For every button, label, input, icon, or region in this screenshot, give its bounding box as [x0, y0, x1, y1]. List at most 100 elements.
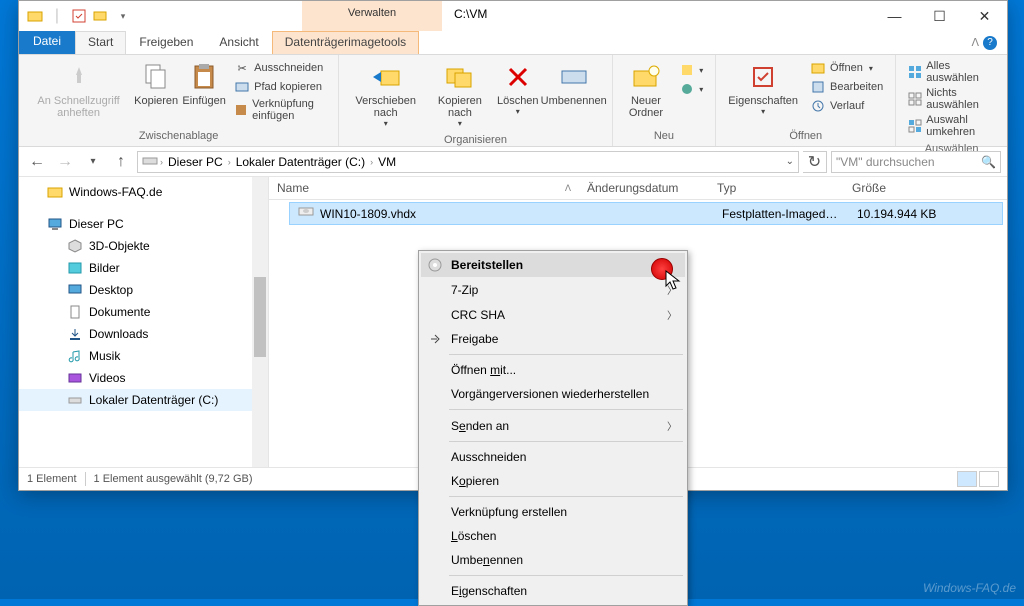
view-details-button[interactable] [957, 471, 977, 487]
crumb-pc[interactable]: Dieser PC [165, 155, 226, 169]
tree-item-drive[interactable]: Lokaler Datenträger (C:) [19, 389, 268, 411]
contextual-tab-label: Verwalten [302, 1, 442, 31]
cm-mount[interactable]: Bereitstellen [421, 253, 685, 277]
tab-start[interactable]: Start [75, 31, 126, 54]
group-label-organize: Organisieren [345, 132, 605, 148]
copy-to-button[interactable]: Kopieren nach▾ [426, 57, 494, 132]
cm-open-with[interactable]: Öffnen mit... [421, 358, 685, 382]
new-folder-icon [630, 61, 662, 93]
tree-item-documents[interactable]: Dokumente [19, 301, 268, 323]
ribbon-group-select: Alles auswählen Nichts auswählen Auswahl… [896, 55, 1007, 146]
breadcrumb-dropdown-icon[interactable]: ⌄ [786, 156, 794, 167]
tree-scrollbar[interactable] [252, 177, 268, 467]
edit-button[interactable]: Bearbeiten [806, 78, 887, 96]
properties-icon[interactable] [71, 8, 87, 24]
window-title: C:\VM [442, 1, 872, 31]
tree-item-pc[interactable]: Dieser PC [19, 213, 268, 235]
tab-disk-tools[interactable]: Datenträgerimagetools [272, 31, 419, 54]
folder-icon [27, 8, 43, 24]
edit-icon [810, 79, 826, 95]
new-folder-button[interactable]: Neuer Ordner [619, 57, 674, 123]
close-button[interactable]: ✕ [962, 1, 1007, 31]
nav-recent-button[interactable]: ▾ [81, 150, 105, 174]
crumb-drive[interactable]: Lokaler Datenträger (C:) [233, 155, 368, 169]
move-icon [370, 61, 402, 93]
nav-forward-button[interactable]: → [53, 150, 77, 174]
pc-icon [47, 216, 63, 232]
cm-properties[interactable]: Eigenschaften [421, 579, 685, 603]
file-name: WIN10-1809.vhdx [320, 207, 416, 221]
nav-back-button[interactable]: ← [25, 150, 49, 174]
open-button[interactable]: Öffnen▾ [806, 59, 887, 77]
invert-selection-button[interactable]: Auswahl umkehren [904, 113, 999, 139]
select-all-button[interactable]: Alles auswählen [904, 59, 999, 85]
tree-item-faq[interactable]: Windows-FAQ.de [19, 181, 268, 203]
tree-item-music[interactable]: Musik [19, 345, 268, 367]
properties-button[interactable]: Eigenschaften▾ [722, 57, 804, 120]
new-folder-icon[interactable] [93, 8, 109, 24]
col-size[interactable]: Größe [844, 177, 944, 199]
tree-item-pictures[interactable]: Bilder [19, 257, 268, 279]
properties-icon [747, 61, 779, 93]
breadcrumb[interactable]: › Dieser PC › Lokaler Datenträger (C:) ›… [137, 151, 799, 173]
delete-icon [502, 61, 534, 93]
tree-item-3d[interactable]: 3D-Objekte [19, 235, 268, 257]
copy-button[interactable]: Kopieren [132, 57, 180, 111]
copy-path-button[interactable]: Pfad kopieren [230, 78, 330, 96]
maximize-button[interactable]: ☐ [917, 1, 962, 31]
crumb-folder[interactable]: VM [375, 155, 399, 169]
cm-cut[interactable]: Ausschneiden [421, 445, 685, 469]
col-date[interactable]: Änderungsdatum [579, 177, 709, 199]
tab-view[interactable]: Ansicht [206, 31, 271, 54]
copy-to-icon [444, 61, 476, 93]
drive-icon [142, 152, 158, 171]
rename-icon [558, 61, 590, 93]
search-input[interactable]: "VM" durchsuchen🔍 [831, 151, 1001, 173]
delete-button[interactable]: Löschen▾ [494, 57, 542, 120]
help-icon: ? [983, 36, 997, 50]
cm-prev-versions[interactable]: Vorgängerversionen wiederherstellen [421, 382, 685, 406]
nav-up-button[interactable]: ↑ [109, 150, 133, 174]
qat-dropdown-icon[interactable]: ▾ [115, 8, 131, 24]
cm-send-to[interactable]: Senden an〉 [421, 413, 685, 438]
pin-button[interactable]: An Schnellzugriff anheften [25, 57, 132, 123]
tree-item-downloads[interactable]: Downloads [19, 323, 268, 345]
new-item-button[interactable]: ▾ [675, 61, 707, 79]
new-item-icon [679, 62, 695, 78]
collapse-ribbon-button[interactable]: ᐱ? [961, 31, 1007, 54]
cube-icon [67, 238, 83, 254]
col-name[interactable]: Nameᐱ [269, 177, 579, 199]
cm-crc[interactable]: CRC SHA〉 [421, 302, 685, 327]
cm-rename[interactable]: Umbenennen [421, 548, 685, 572]
easy-access-button[interactable]: ▾ [675, 80, 707, 98]
tab-share[interactable]: Freigeben [126, 31, 206, 54]
select-all-icon [908, 64, 922, 80]
history-button[interactable]: Verlauf [806, 97, 887, 115]
tree-item-videos[interactable]: Videos [19, 367, 268, 389]
select-none-button[interactable]: Nichts auswählen [904, 86, 999, 112]
col-type[interactable]: Typ [709, 177, 844, 199]
select-none-icon [908, 91, 922, 107]
paste-shortcut-button[interactable]: Verknüpfung einfügen [230, 97, 330, 123]
cm-copy[interactable]: Kopieren [421, 469, 685, 493]
tree-item-desktop[interactable]: Desktop [19, 279, 268, 301]
documents-icon [67, 304, 83, 320]
view-large-button[interactable] [979, 471, 999, 487]
rename-button[interactable]: Umbenennen [542, 57, 606, 111]
file-row[interactable]: WIN10-1809.vhdx Festplatten-Imagedat... … [289, 202, 1003, 225]
paste-button[interactable]: Einfügen [180, 57, 228, 111]
cm-create-shortcut[interactable]: Verknüpfung erstellen [421, 500, 685, 524]
minimize-button[interactable]: — [872, 1, 917, 31]
cut-button[interactable]: ✂Ausschneiden [230, 59, 330, 77]
ribbon-tabs: Datei Start Freigeben Ansicht Datenträge… [19, 31, 1007, 55]
cursor-icon [665, 270, 683, 297]
refresh-button[interactable]: ↻ [803, 151, 827, 173]
cm-delete[interactable]: Löschen [421, 524, 685, 548]
cm-7zip[interactable]: 7-Zip〉 [421, 277, 685, 302]
move-to-button[interactable]: Verschieben nach▾ [345, 57, 426, 132]
tab-file[interactable]: Datei [19, 31, 75, 54]
quick-access-toolbar: | ▾ [19, 1, 139, 31]
cm-share[interactable]: Freigabe [421, 327, 685, 351]
addressbar: ← → ▾ ↑ › Dieser PC › Lokaler Datenträge… [19, 147, 1007, 177]
chevron-right-icon: 〉 [667, 418, 677, 433]
